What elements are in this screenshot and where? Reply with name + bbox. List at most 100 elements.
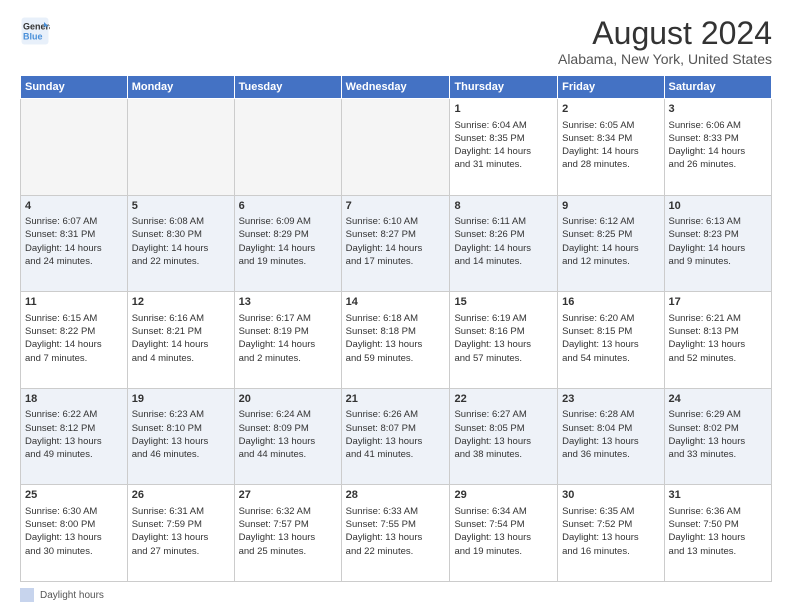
calendar-day: 22 Sunrise: 6:27 AM Sunset: 8:05 PM Dayli…	[450, 388, 558, 485]
calendar-week-2: 4Sunrise: 6:07 AM Sunset: 8:31 PM Daylig…	[21, 195, 772, 292]
calendar-day: 17 Sunrise: 6:21 AM Sunset: 8:13 PM Dayli…	[664, 292, 771, 389]
calendar-day: 31Sunrise: 6:36 AM Sunset: 7:50 PM Dayli…	[664, 485, 771, 582]
day-info: Sunrise: 6:35 AM Sunset: 7:52 PM Dayligh…	[562, 506, 639, 557]
calendar-week-1: 1 Sunrise: 6:04 AM Sunset: 8:35 PM Daylig…	[21, 99, 772, 196]
calendar-day: 24 Sunrise: 6:29 AM Sunset: 8:02 PM Dayli…	[664, 388, 771, 485]
day-info: Sunrise: 6:09 AM Sunset: 8:29 PM Dayligh…	[239, 216, 316, 267]
day-info: Sunrise: 6:08 AM Sunset: 8:30 PM Dayligh…	[132, 216, 209, 267]
day-info: Sunrise: 6:34 AM Sunset: 7:54 PM Dayligh…	[454, 506, 531, 557]
calendar-day: 19 Sunrise: 6:23 AM Sunset: 8:10 PM Dayli…	[127, 388, 234, 485]
day-info: Sunrise: 6:07 AM Sunset: 8:31 PM Dayligh…	[25, 216, 102, 267]
day-number: 8	[454, 199, 553, 214]
day-info: Sunrise: 6:30 AM Sunset: 8:00 PM Dayligh…	[25, 506, 102, 557]
day-number: 21	[346, 392, 446, 407]
day-info: Sunrise: 6:24 AM Sunset: 8:09 PM Dayligh…	[239, 409, 316, 460]
calendar-day: 5 Sunrise: 6:08 AM Sunset: 8:30 PM Daylig…	[127, 195, 234, 292]
day-info: Sunrise: 6:10 AM Sunset: 8:27 PM Dayligh…	[346, 216, 423, 267]
day-info: Sunrise: 6:05 AM Sunset: 8:34 PM Dayligh…	[562, 120, 639, 171]
calendar-day: 29 Sunrise: 6:34 AM Sunset: 7:54 PM Dayli…	[450, 485, 558, 582]
day-number: 1	[454, 102, 553, 117]
calendar-day: 3 Sunrise: 6:06 AM Sunset: 8:33 PM Daylig…	[664, 99, 771, 196]
calendar-day: 7Sunrise: 6:10 AM Sunset: 8:27 PM Daylig…	[341, 195, 450, 292]
day-number: 24	[669, 392, 767, 407]
calendar-week-3: 11Sunrise: 6:15 AM Sunset: 8:22 PM Dayli…	[21, 292, 772, 389]
calendar-day: 25Sunrise: 6:30 AM Sunset: 8:00 PM Dayli…	[21, 485, 128, 582]
day-info: Sunrise: 6:15 AM Sunset: 8:22 PM Dayligh…	[25, 313, 102, 364]
day-info: Sunrise: 6:06 AM Sunset: 8:33 PM Dayligh…	[669, 120, 746, 171]
calendar-week-4: 18 Sunrise: 6:22 AM Sunset: 8:12 PM Dayli…	[21, 388, 772, 485]
calendar-day: 9 Sunrise: 6:12 AM Sunset: 8:25 PM Daylig…	[558, 195, 664, 292]
calendar-day	[341, 99, 450, 196]
footer: Daylight hours	[20, 588, 772, 602]
day-number: 9	[562, 199, 659, 214]
day-info: Sunrise: 6:12 AM Sunset: 8:25 PM Dayligh…	[562, 216, 639, 267]
day-number: 14	[346, 295, 446, 310]
calendar-day: 28Sunrise: 6:33 AM Sunset: 7:55 PM Dayli…	[341, 485, 450, 582]
day-number: 16	[562, 295, 659, 310]
day-info: Sunrise: 6:20 AM Sunset: 8:15 PM Dayligh…	[562, 313, 639, 364]
calendar-day: 21 Sunrise: 6:26 AM Sunset: 8:07 PM Dayli…	[341, 388, 450, 485]
calendar-day	[21, 99, 128, 196]
day-info: Sunrise: 6:26 AM Sunset: 8:07 PM Dayligh…	[346, 409, 423, 460]
day-number: 29	[454, 488, 553, 503]
calendar-day: 16 Sunrise: 6:20 AM Sunset: 8:15 PM Dayli…	[558, 292, 664, 389]
title-block: August 2024 Alabama, New York, United St…	[558, 16, 772, 67]
day-number: 19	[132, 392, 230, 407]
logo-icon: General Blue	[20, 16, 50, 46]
calendar-day: 2 Sunrise: 6:05 AM Sunset: 8:34 PM Daylig…	[558, 99, 664, 196]
header: General Blue August 2024 Alabama, New Yo…	[20, 16, 772, 67]
day-info: Sunrise: 6:11 AM Sunset: 8:26 PM Dayligh…	[454, 216, 531, 267]
day-info: Sunrise: 6:27 AM Sunset: 8:05 PM Dayligh…	[454, 409, 531, 460]
calendar-day: 26 Sunrise: 6:31 AM Sunset: 7:59 PM Dayli…	[127, 485, 234, 582]
day-number: 2	[562, 102, 659, 117]
day-number: 10	[669, 199, 767, 214]
day-number: 12	[132, 295, 230, 310]
subtitle: Alabama, New York, United States	[558, 51, 772, 67]
day-number: 22	[454, 392, 553, 407]
day-info: Sunrise: 6:13 AM Sunset: 8:23 PM Dayligh…	[669, 216, 746, 267]
calendar-day	[234, 99, 341, 196]
day-number: 5	[132, 199, 230, 214]
calendar-day	[127, 99, 234, 196]
day-info: Sunrise: 6:33 AM Sunset: 7:55 PM Dayligh…	[346, 506, 423, 557]
day-info: Sunrise: 6:21 AM Sunset: 8:13 PM Dayligh…	[669, 313, 746, 364]
day-info: Sunrise: 6:29 AM Sunset: 8:02 PM Dayligh…	[669, 409, 746, 460]
calendar-day: 27Sunrise: 6:32 AM Sunset: 7:57 PM Dayli…	[234, 485, 341, 582]
day-number: 20	[239, 392, 337, 407]
day-number: 15	[454, 295, 553, 310]
day-number: 26	[132, 488, 230, 503]
calendar-day: 8 Sunrise: 6:11 AM Sunset: 8:26 PM Daylig…	[450, 195, 558, 292]
col-header-tuesday: Tuesday	[234, 76, 341, 99]
day-number: 31	[669, 488, 767, 503]
day-info: Sunrise: 6:22 AM Sunset: 8:12 PM Dayligh…	[25, 409, 102, 460]
day-number: 18	[25, 392, 123, 407]
calendar-day: 23Sunrise: 6:28 AM Sunset: 8:04 PM Dayli…	[558, 388, 664, 485]
col-header-sunday: Sunday	[21, 76, 128, 99]
calendar-table: SundayMondayTuesdayWednesdayThursdayFrid…	[20, 75, 772, 582]
day-info: Sunrise: 6:18 AM Sunset: 8:18 PM Dayligh…	[346, 313, 423, 364]
svg-text:Blue: Blue	[23, 31, 43, 41]
day-number: 13	[239, 295, 337, 310]
page: General Blue August 2024 Alabama, New Yo…	[0, 0, 792, 612]
day-info: Sunrise: 6:17 AM Sunset: 8:19 PM Dayligh…	[239, 313, 316, 364]
calendar-week-5: 25Sunrise: 6:30 AM Sunset: 8:00 PM Dayli…	[21, 485, 772, 582]
calendar-day: 6 Sunrise: 6:09 AM Sunset: 8:29 PM Daylig…	[234, 195, 341, 292]
calendar-body: 1 Sunrise: 6:04 AM Sunset: 8:35 PM Daylig…	[21, 99, 772, 582]
day-info: Sunrise: 6:23 AM Sunset: 8:10 PM Dayligh…	[132, 409, 209, 460]
main-title: August 2024	[558, 16, 772, 51]
col-header-thursday: Thursday	[450, 76, 558, 99]
day-info: Sunrise: 6:19 AM Sunset: 8:16 PM Dayligh…	[454, 313, 531, 364]
day-number: 3	[669, 102, 767, 117]
calendar-day: 10 Sunrise: 6:13 AM Sunset: 8:23 PM Dayli…	[664, 195, 771, 292]
day-info: Sunrise: 6:32 AM Sunset: 7:57 PM Dayligh…	[239, 506, 316, 557]
col-header-friday: Friday	[558, 76, 664, 99]
day-info: Sunrise: 6:04 AM Sunset: 8:35 PM Dayligh…	[454, 120, 531, 171]
day-number: 6	[239, 199, 337, 214]
calendar-day: 14 Sunrise: 6:18 AM Sunset: 8:18 PM Dayli…	[341, 292, 450, 389]
day-number: 17	[669, 295, 767, 310]
day-info: Sunrise: 6:28 AM Sunset: 8:04 PM Dayligh…	[562, 409, 639, 460]
calendar-day: 18 Sunrise: 6:22 AM Sunset: 8:12 PM Dayli…	[21, 388, 128, 485]
calendar-day: 4Sunrise: 6:07 AM Sunset: 8:31 PM Daylig…	[21, 195, 128, 292]
day-number: 30	[562, 488, 659, 503]
day-info: Sunrise: 6:31 AM Sunset: 7:59 PM Dayligh…	[132, 506, 209, 557]
